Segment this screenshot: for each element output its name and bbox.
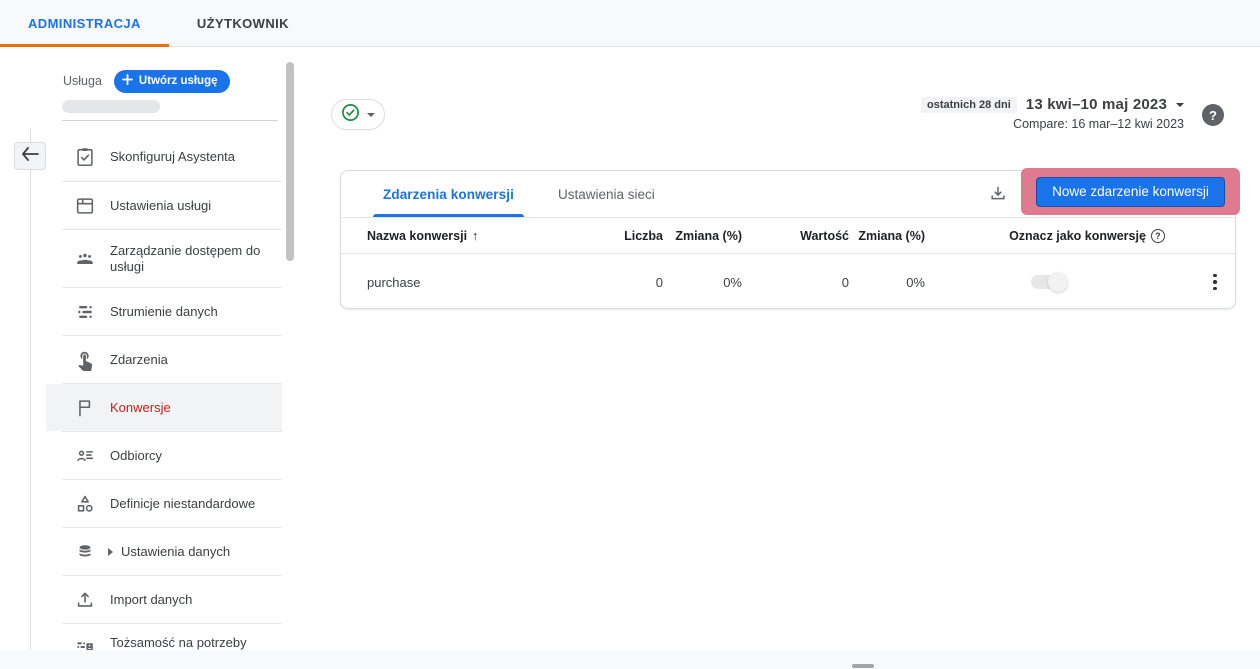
conversion-count: 0: [595, 275, 663, 290]
sidebar-item-odbiorcy[interactable]: Odbiorcy: [46, 432, 282, 479]
back-button[interactable]: [14, 142, 46, 170]
upload-icon: [74, 589, 96, 611]
people-icon: [74, 248, 96, 270]
sidebar-item-zdarzenia[interactable]: Zdarzenia: [46, 336, 282, 383]
header-label: Nazwa konwersji: [367, 229, 467, 243]
sidebar-item-label: Import danych: [110, 592, 192, 608]
sidebar-item-ustawienia-uslugi[interactable]: Ustawienia usługi: [46, 182, 282, 229]
sidebar-item-label: Definicje niestandardowe: [110, 496, 255, 512]
flag-icon: [74, 397, 96, 419]
header-label: Oznacz jako konwersję: [1009, 229, 1146, 243]
header-zmiana-2[interactable]: Zmiana (%): [849, 229, 925, 243]
question-circle-icon[interactable]: ?: [1151, 229, 1165, 243]
sidebar-item-label: Zdarzenia: [110, 352, 168, 368]
plus-icon: [122, 74, 133, 88]
sidebar-scrollbar[interactable]: [286, 62, 294, 261]
property-settings-icon: [74, 195, 96, 217]
chevron-down-icon: [367, 113, 375, 117]
touch-icon: [74, 349, 96, 371]
expand-caret-icon: [108, 548, 113, 556]
date-range-picker[interactable]: ostatnich 28 dni 13 kwi–10 maj 2023: [921, 96, 1184, 113]
date-range-label: 13 kwi–10 maj 2023: [1026, 96, 1167, 113]
sidebar-item-strumienie-danych[interactable]: Strumienie danych: [46, 288, 282, 335]
sidebar-item-label: Strumienie danych: [110, 304, 218, 320]
card-tab-bar: Zdarzenia konwersji Ustawienia sieci Now…: [341, 171, 1235, 217]
top-nav: ADMINISTRACJA UŻYTKOWNIK: [0, 0, 1260, 47]
download-icon[interactable]: [987, 183, 1009, 205]
menu-cell: [1187, 270, 1237, 295]
sidebar-item-konwersje[interactable]: Konwersje: [46, 384, 282, 431]
ga-admin-screen: ADMINISTRACJA UŻYTKOWNIK Usługa Utwórz u…: [0, 0, 1260, 669]
date-range-block: ostatnich 28 dni 13 kwi–10 maj 2023 Comp…: [921, 96, 1184, 131]
sidebar-item-skonfiguruj-asystenta[interactable]: Skonfiguruj Asystenta: [46, 133, 282, 181]
tab-zdarzenia-konwersji[interactable]: Zdarzenia konwersji: [373, 171, 524, 217]
sidebar-collapse-divider: [30, 128, 31, 650]
conversions-card: Zdarzenia konwersji Ustawienia sieci Now…: [340, 170, 1236, 309]
header-oznacz-jako-konwersje: Oznacz jako konwersję ?: [987, 229, 1187, 243]
date-preset-badge: ostatnich 28 dni: [921, 97, 1017, 113]
sidebar-item-zarzadzanie-dostepem[interactable]: Zarządzanie dostępem do usługi: [46, 230, 282, 287]
conversion-change-2: 0%: [849, 275, 925, 290]
table-row-purchase: purchase 0 0% 0 0%: [341, 254, 1235, 310]
assignment-check-icon: [74, 146, 96, 168]
property-selector-redacted[interactable]: [62, 100, 160, 113]
compare-range-label: Compare: 16 mar–12 kwi 2023: [921, 117, 1184, 131]
header-wartosc[interactable]: Wartość: [742, 229, 849, 243]
collection-status-dropdown[interactable]: [331, 99, 385, 130]
horizontal-scrollbar[interactable]: [852, 664, 874, 668]
property-selector-underline: [62, 120, 278, 121]
tab-ustawienia-sieci[interactable]: Ustawienia sieci: [548, 171, 665, 217]
chevron-down-icon: [1176, 103, 1184, 107]
sidebar-header: Usługa Utwórz usługę: [46, 66, 282, 96]
database-icon: [74, 541, 96, 563]
help-icon[interactable]: ?: [1202, 104, 1224, 126]
header-nazwa-konwersji[interactable]: Nazwa konwersji ↑: [341, 229, 595, 243]
sidebar-item-label: Konwersje: [110, 400, 171, 416]
bottom-bar: [0, 650, 1260, 669]
sidebar-item-label: Zarządzanie dostępem do usługi: [110, 243, 276, 275]
conversion-value: 0: [742, 275, 849, 290]
create-property-button[interactable]: Utwórz usługę: [114, 70, 230, 93]
property-section-label: Usługa: [63, 74, 102, 88]
sidebar-item-definicje-niestandardowe[interactable]: Definicje niestandardowe: [46, 480, 282, 527]
conversion-name: purchase: [341, 275, 595, 290]
mark-as-conversion-toggle[interactable]: [1031, 275, 1065, 289]
create-property-label: Utwórz usługę: [139, 75, 218, 87]
sidebar-menu: Skonfiguruj Asystenta Ustawienia usługi …: [46, 133, 282, 669]
toggle-knob: [1048, 272, 1068, 292]
sort-arrow-up-icon: ↑: [472, 229, 478, 243]
header-zmiana-1[interactable]: Zmiana (%): [663, 229, 742, 243]
sidebar-item-label: Ustawienia usługi: [110, 198, 211, 214]
annotation-highlight: Nowe zdarzenie konwersji: [1021, 168, 1240, 215]
header-liczba[interactable]: Liczba: [595, 229, 663, 243]
check-circle-icon: [341, 103, 360, 127]
sidebar-item-label: Odbiorcy: [110, 448, 162, 464]
sidebar-item-label: Skonfiguruj Asystenta: [110, 149, 235, 165]
arrow-left-icon: [21, 147, 39, 166]
toggle-cell: [987, 275, 1187, 289]
new-conversion-event-button[interactable]: Nowe zdarzenie konwersji: [1036, 177, 1225, 207]
sidebar-item-label: Ustawienia danych: [121, 544, 230, 560]
tab-uzytkownik[interactable]: UŻYTKOWNIK: [169, 0, 317, 47]
conversion-change-1: 0%: [663, 275, 742, 290]
table-header-row: Nazwa konwersji ↑ Liczba Zmiana (%) Wart…: [341, 218, 1235, 253]
sidebar-item-import-danych[interactable]: Import danych: [46, 576, 282, 623]
data-streams-icon: [74, 301, 96, 323]
row-overflow-menu-icon[interactable]: [1193, 270, 1237, 295]
audience-icon: [74, 445, 96, 467]
sidebar-item-ustawienia-danych[interactable]: Ustawienia danych: [46, 528, 282, 575]
tab-administracja[interactable]: ADMINISTRACJA: [0, 0, 169, 47]
shapes-icon: [74, 493, 96, 515]
